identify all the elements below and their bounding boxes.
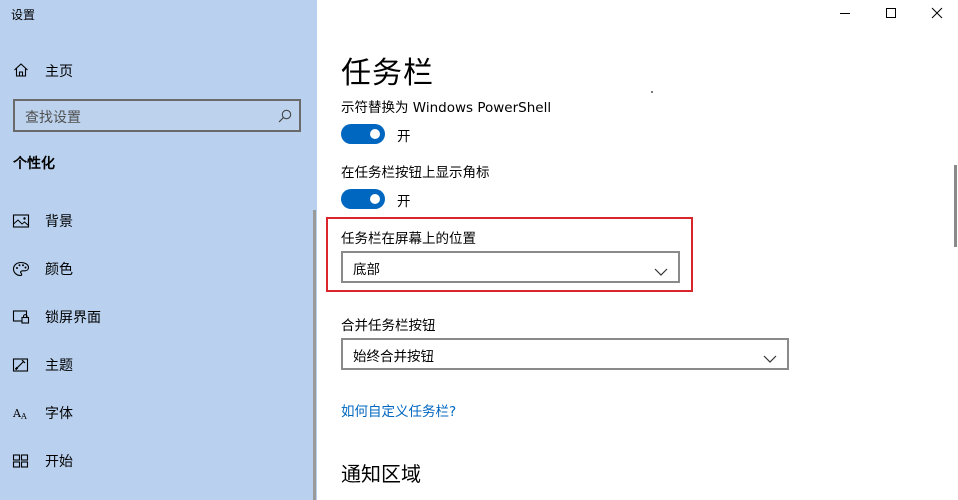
search-icon[interactable]	[277, 108, 293, 124]
font-icon: AA	[12, 405, 30, 421]
chevron-down-icon	[654, 262, 668, 276]
sidebar-item-label: 字体	[45, 406, 73, 422]
main-scrollbar[interactable]	[954, 165, 957, 247]
close-icon	[931, 7, 943, 19]
sidebar-item-fonts[interactable]: AA 字体	[0, 397, 310, 429]
sidebar-item-background[interactable]: 背景	[0, 205, 310, 237]
page-title: 任务栏	[341, 56, 434, 91]
chevron-down-icon	[763, 349, 777, 363]
sidebar-item-themes[interactable]: 主题	[0, 349, 310, 381]
close-button[interactable]	[914, 2, 958, 26]
sidebar-item-home[interactable]: 主页	[0, 56, 317, 84]
maximize-button[interactable]	[868, 2, 914, 26]
main-pane: 任务栏 示符替换为 Windows PowerShell 开 在任务栏按钮上显示…	[317, 0, 958, 500]
notification-area-heading: 通知区域	[341, 462, 421, 486]
sidebar-item-lock-screen[interactable]: 锁屏界面	[0, 301, 310, 333]
sidebar-item-label: 锁屏界面	[45, 310, 101, 326]
palette-icon	[12, 261, 30, 277]
sidebar-item-label: 开始	[45, 454, 73, 470]
powershell-toggle[interactable]	[341, 124, 385, 144]
home-icon	[13, 62, 29, 78]
image-icon	[12, 213, 30, 229]
dropdown-value: 始终合并按钮	[353, 349, 434, 365]
badges-toggle[interactable]	[341, 189, 385, 209]
toggle-knob	[370, 194, 380, 204]
badges-setting-label: 在任务栏按钮上显示角标	[341, 165, 490, 181]
sidebar-item-label: 背景	[45, 214, 73, 230]
svg-text:A: A	[20, 412, 27, 421]
dropdown-value: 底部	[353, 262, 380, 278]
theme-icon	[12, 357, 30, 373]
sidebar-item-start[interactable]: 开始	[0, 445, 310, 477]
position-setting-label: 任务栏在屏幕上的位置	[341, 231, 476, 247]
combine-setting-label: 合并任务栏按钮	[341, 318, 436, 334]
powershell-setting-label: 示符替换为 Windows PowerShell	[341, 100, 552, 116]
toggle-state-label: 开	[397, 194, 411, 210]
taskbar-position-dropdown[interactable]: 底部	[341, 251, 680, 283]
toggle-knob	[370, 129, 380, 139]
combine-buttons-dropdown[interactable]: 始终合并按钮	[341, 338, 789, 370]
customize-taskbar-link[interactable]: 如何自定义任务栏?	[341, 400, 456, 420]
lock-screen-icon	[12, 309, 30, 325]
minimize-button[interactable]	[822, 2, 868, 26]
sidebar-item-colors[interactable]: 颜色	[0, 253, 310, 285]
app-title: 设置	[11, 8, 36, 22]
sidebar: 设置 主页 查找设置 个性化 背景 颜色 锁屏界面 主题 A A 字体 开始	[0, 0, 317, 500]
sidebar-item-label: 主页	[45, 64, 73, 80]
search-input[interactable]: 查找设置	[13, 99, 301, 132]
search-placeholder: 查找设置	[25, 110, 81, 126]
sidebar-scrollbar[interactable]	[313, 210, 316, 500]
toggle-state-label: 开	[397, 129, 411, 145]
sidebar-item-label: 主题	[45, 358, 73, 374]
sidebar-item-label: 颜色	[45, 262, 73, 278]
maximize-icon	[886, 8, 896, 18]
stray-dot	[651, 91, 653, 93]
section-heading: 个性化	[13, 156, 55, 172]
minimize-icon	[840, 13, 850, 14]
start-icon	[12, 453, 30, 469]
